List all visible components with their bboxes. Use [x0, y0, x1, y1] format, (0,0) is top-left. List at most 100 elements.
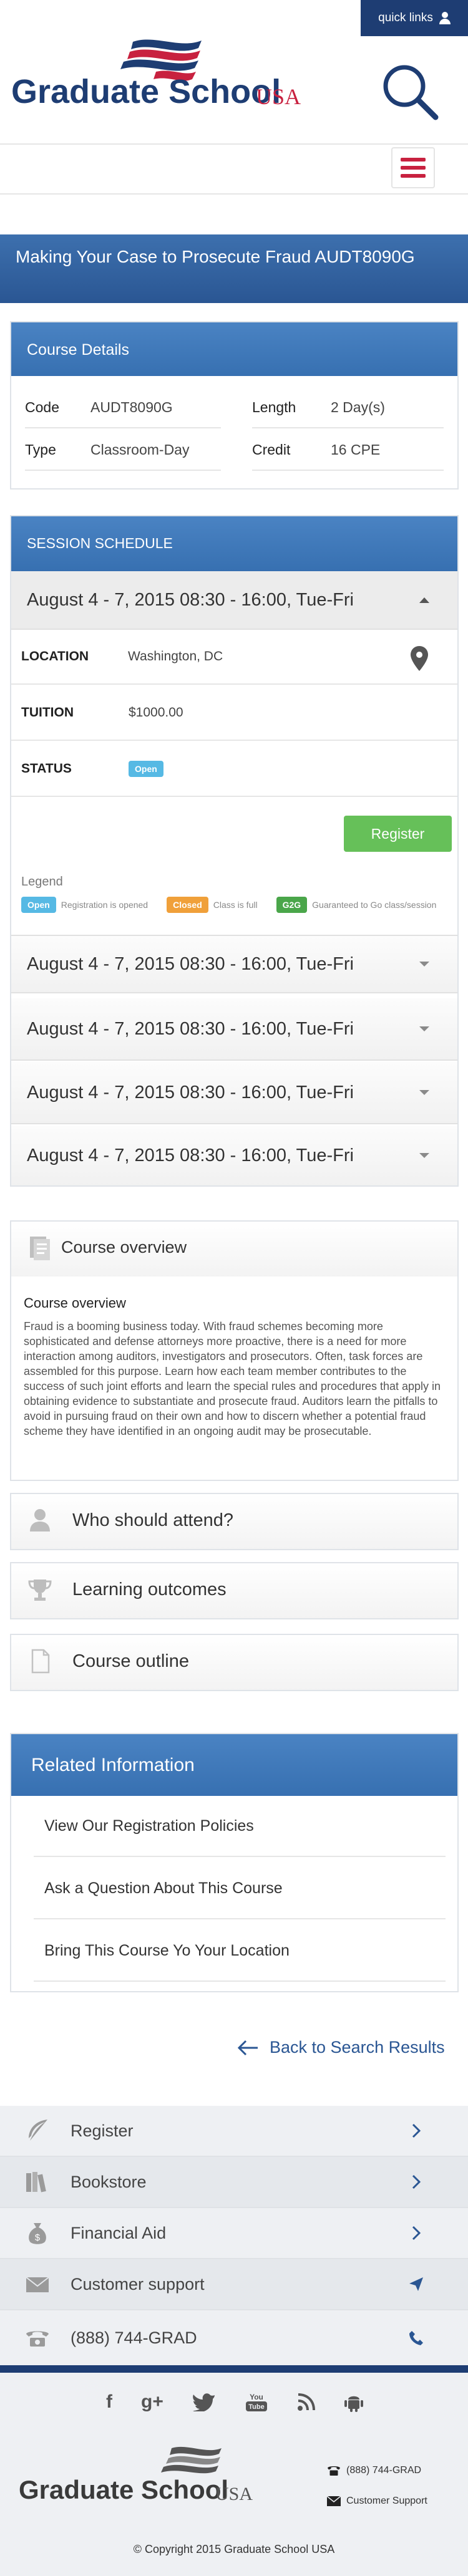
session-schedule-card: SESSION SCHEDULE August 4 - 7, 2015 08:3…	[10, 515, 459, 1187]
footer-navigation: Register Bookstore $ Financial Aid Custo…	[0, 2106, 468, 2365]
course-overview-panel: Course overview Course overview Fraud is…	[10, 1220, 459, 1481]
footer-phone-label: (888) 744-GRAD	[71, 2328, 197, 2347]
footer-customer-support-label: Customer support	[71, 2274, 205, 2294]
code-row: Code AUDT8090G	[25, 387, 221, 428]
credit-label: Credit	[252, 441, 291, 458]
chevron-right-icon	[412, 2123, 421, 2138]
legend-closed-text: Class is full	[213, 900, 258, 910]
quick-links-button[interactable]: quick links	[361, 0, 468, 36]
document-icon	[30, 1237, 50, 1260]
session-row-expanded[interactable]: August 4 - 7, 2015 08:30 - 16:00, Tue-Fr…	[11, 571, 457, 630]
footer-phone-link[interactable]: (888) 744-GRAD	[0, 2310, 468, 2365]
footer-phone[interactable]: (888) 744-GRAD	[327, 2465, 421, 2476]
who-should-attend-accordion[interactable]: Who should attend?	[10, 1493, 459, 1550]
code-label: Code	[25, 398, 59, 415]
chevron-right-icon	[412, 2226, 421, 2241]
chevron-up-icon	[419, 597, 429, 603]
feather-icon	[29, 2120, 47, 2141]
page: quick links Graduate School USA Making Y…	[0, 0, 468, 2576]
credit-row: Credit 16 CPE	[252, 430, 444, 471]
session-row[interactable]: August 4 - 7, 2015 08:30 - 16:00, Tue-Fr…	[11, 1126, 457, 1185]
svg-text:You: You	[250, 2393, 263, 2401]
graduate-school-logo[interactable]: Graduate School USA	[11, 34, 323, 115]
chevron-down-icon	[419, 1090, 429, 1095]
session-row[interactable]: August 4 - 7, 2015 08:30 - 16:00, Tue-Fr…	[11, 935, 457, 993]
code-value: AUDT8090G	[90, 398, 173, 415]
legend-title: Legend	[21, 875, 63, 889]
footer-logo-usa: USA	[215, 2484, 253, 2504]
length-row: Length 2 Day(s)	[252, 387, 444, 428]
session-date: August 4 - 7, 2015 08:30 - 16:00, Tue-Fr…	[27, 1145, 354, 1165]
legend-open-text: Registration is opened	[61, 900, 149, 910]
footer-customer-support[interactable]: Customer Support	[327, 2496, 427, 2507]
map-pin-icon[interactable]	[411, 646, 428, 671]
type-value: Classroom-Day	[90, 441, 190, 458]
phone-icon	[409, 2331, 423, 2345]
money-bag-icon: $	[29, 2223, 46, 2244]
length-value: 2 Day(s)	[331, 398, 385, 415]
register-button[interactable]: Register	[344, 816, 452, 852]
course-details-card: Course Details Code AUDT8090G Length 2 D…	[10, 321, 459, 490]
logo-wordmark: Graduate School	[11, 73, 281, 110]
footer-customer-support-link[interactable]: Customer support	[0, 2259, 468, 2310]
length-label: Length	[252, 398, 296, 415]
footer-logo-wordmark: Graduate School	[19, 2475, 228, 2504]
location-value: Washington, DC	[128, 649, 223, 663]
legend-g2g-badge: G2G	[276, 897, 308, 913]
search-icon[interactable]	[381, 62, 440, 122]
person-icon	[30, 1509, 50, 1532]
footer-register-label: Register	[71, 2121, 134, 2140]
tuition-value: $1000.00	[129, 705, 183, 720]
session-schedule-heading: SESSION SCHEDULE	[11, 516, 457, 571]
session-row[interactable]: August 4 - 7, 2015 08:30 - 16:00, Tue-Fr…	[11, 998, 457, 1061]
learning-outcomes-title: Learning outcomes	[72, 1580, 227, 1599]
footer-bookstore-link[interactable]: Bookstore	[0, 2157, 468, 2208]
divider	[0, 193, 468, 195]
divider	[0, 143, 468, 145]
ask-question-link[interactable]: Ask a Question About This Course	[34, 1858, 446, 1919]
related-information-card: Related Information View Our Registratio…	[10, 1733, 459, 1992]
course-overview-title: Course overview	[61, 1238, 187, 1257]
course-overview-text: Fraud is a booming business today. With …	[24, 1320, 441, 1437]
footer-phone-number: (888) 744-GRAD	[346, 2465, 422, 2476]
type-row: Type Classroom-Day	[25, 430, 221, 471]
tuition-label: TUITION	[21, 705, 74, 720]
course-outline-accordion[interactable]: Course outline	[10, 1634, 459, 1691]
google-plus-icon[interactable]: g+	[141, 2391, 163, 2413]
android-icon[interactable]	[344, 2392, 363, 2412]
envelope-icon	[327, 2496, 341, 2506]
facebook-icon[interactable]: f	[106, 2391, 112, 2413]
footer-logo[interactable]: Graduate School USA	[19, 2446, 268, 2511]
footer-divider	[0, 2365, 468, 2373]
copyright: © Copyright 2015 Graduate School USA	[133, 2543, 335, 2555]
user-icon	[439, 12, 451, 24]
back-to-search-link[interactable]: Back to Search Results	[237, 2038, 445, 2057]
svg-text:$: $	[35, 2232, 41, 2243]
session-date: August 4 - 7, 2015 08:30 - 16:00, Tue-Fr…	[27, 1018, 354, 1039]
course-overview-header[interactable]: Course overview	[11, 1222, 457, 1276]
related-information-heading: Related Information	[11, 1734, 457, 1796]
hamburger-menu-icon[interactable]	[391, 147, 435, 188]
svg-text:Tube: Tube	[248, 2403, 264, 2411]
twitter-icon[interactable]	[192, 2393, 216, 2411]
footer: f g+ You Tube Graduate School USA (888) …	[0, 2373, 468, 2576]
location-row: LOCATION Washington, DC	[11, 630, 457, 685]
session-row[interactable]: August 4 - 7, 2015 08:30 - 16:00, Tue-Fr…	[11, 1062, 457, 1124]
flag-icon	[161, 2446, 222, 2474]
telephone-icon	[328, 2466, 340, 2476]
registration-policies-link[interactable]: View Our Registration Policies	[34, 1796, 446, 1857]
course-details-heading: Course Details	[11, 322, 457, 376]
footer-financial-aid-link[interactable]: $ Financial Aid	[0, 2208, 468, 2259]
session-date: August 4 - 7, 2015 08:30 - 16:00, Tue-Fr…	[27, 1082, 354, 1102]
send-icon	[409, 2277, 423, 2291]
footer-register-link[interactable]: Register	[0, 2106, 468, 2157]
learning-outcomes-accordion[interactable]: Learning outcomes	[10, 1562, 459, 1619]
telephone-icon	[26, 2331, 49, 2347]
course-outline-title: Course outline	[72, 1651, 189, 1671]
rss-icon[interactable]	[297, 2393, 316, 2411]
youtube-icon[interactable]: You Tube	[245, 2391, 268, 2413]
bring-course-link[interactable]: Bring This Course Yo Your Location	[34, 1921, 446, 1982]
page-title: Making Your Case to Prosecute Fraud AUDT…	[0, 234, 468, 303]
footer-financial-aid-label: Financial Aid	[71, 2223, 167, 2242]
legend-closed-badge: Closed	[167, 897, 208, 913]
